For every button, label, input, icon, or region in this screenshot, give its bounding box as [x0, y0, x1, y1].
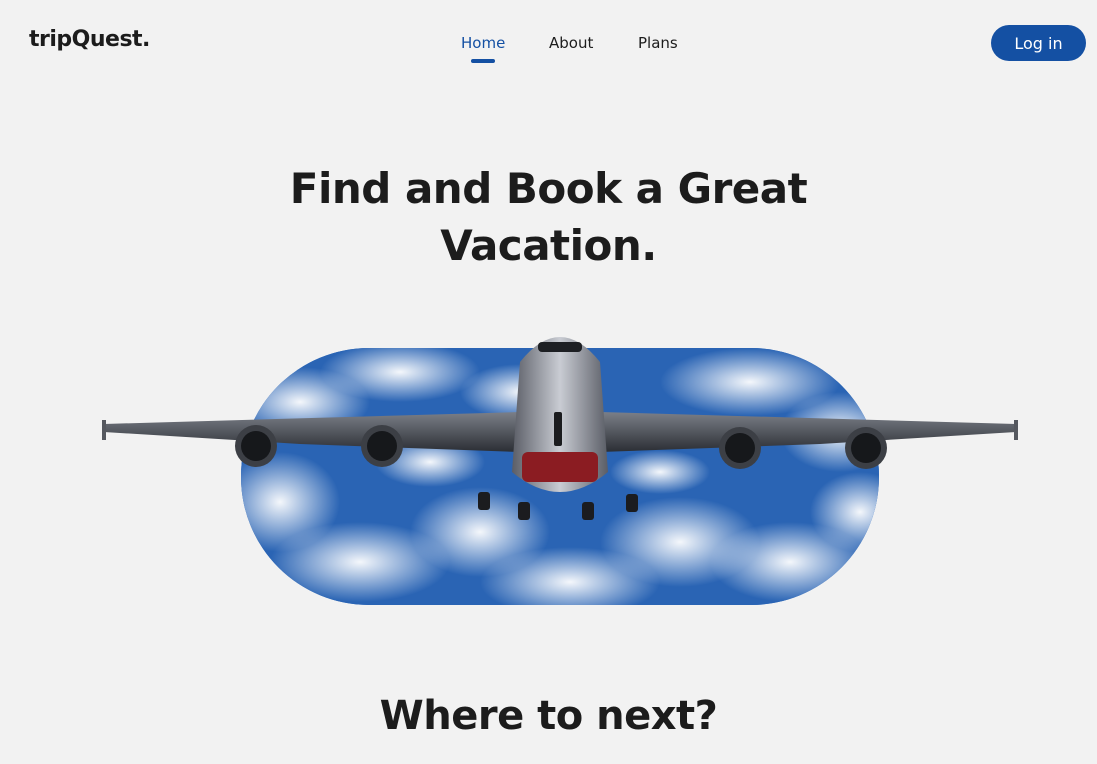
- hero-title-line1: Find and Book a Great: [289, 164, 808, 213]
- nav-about[interactable]: About: [549, 34, 593, 52]
- hero-title-line2: Vacation.: [440, 221, 657, 270]
- hero-title: Find and Book a Great Vacation.: [0, 160, 1097, 274]
- login-button[interactable]: Log in: [991, 25, 1086, 61]
- nav-plans[interactable]: Plans: [638, 34, 678, 52]
- nav-active-indicator: [471, 59, 496, 63]
- nav-plans-label: Plans: [638, 34, 678, 52]
- nav-home[interactable]: Home: [461, 34, 506, 63]
- nav-home-label: Home: [461, 34, 506, 52]
- section-title: Where to next?: [379, 693, 718, 739]
- nav-about-label: About: [549, 34, 594, 52]
- hero-image: [102, 337, 1018, 605]
- main-nav: Home About Plans: [0, 34, 1097, 64]
